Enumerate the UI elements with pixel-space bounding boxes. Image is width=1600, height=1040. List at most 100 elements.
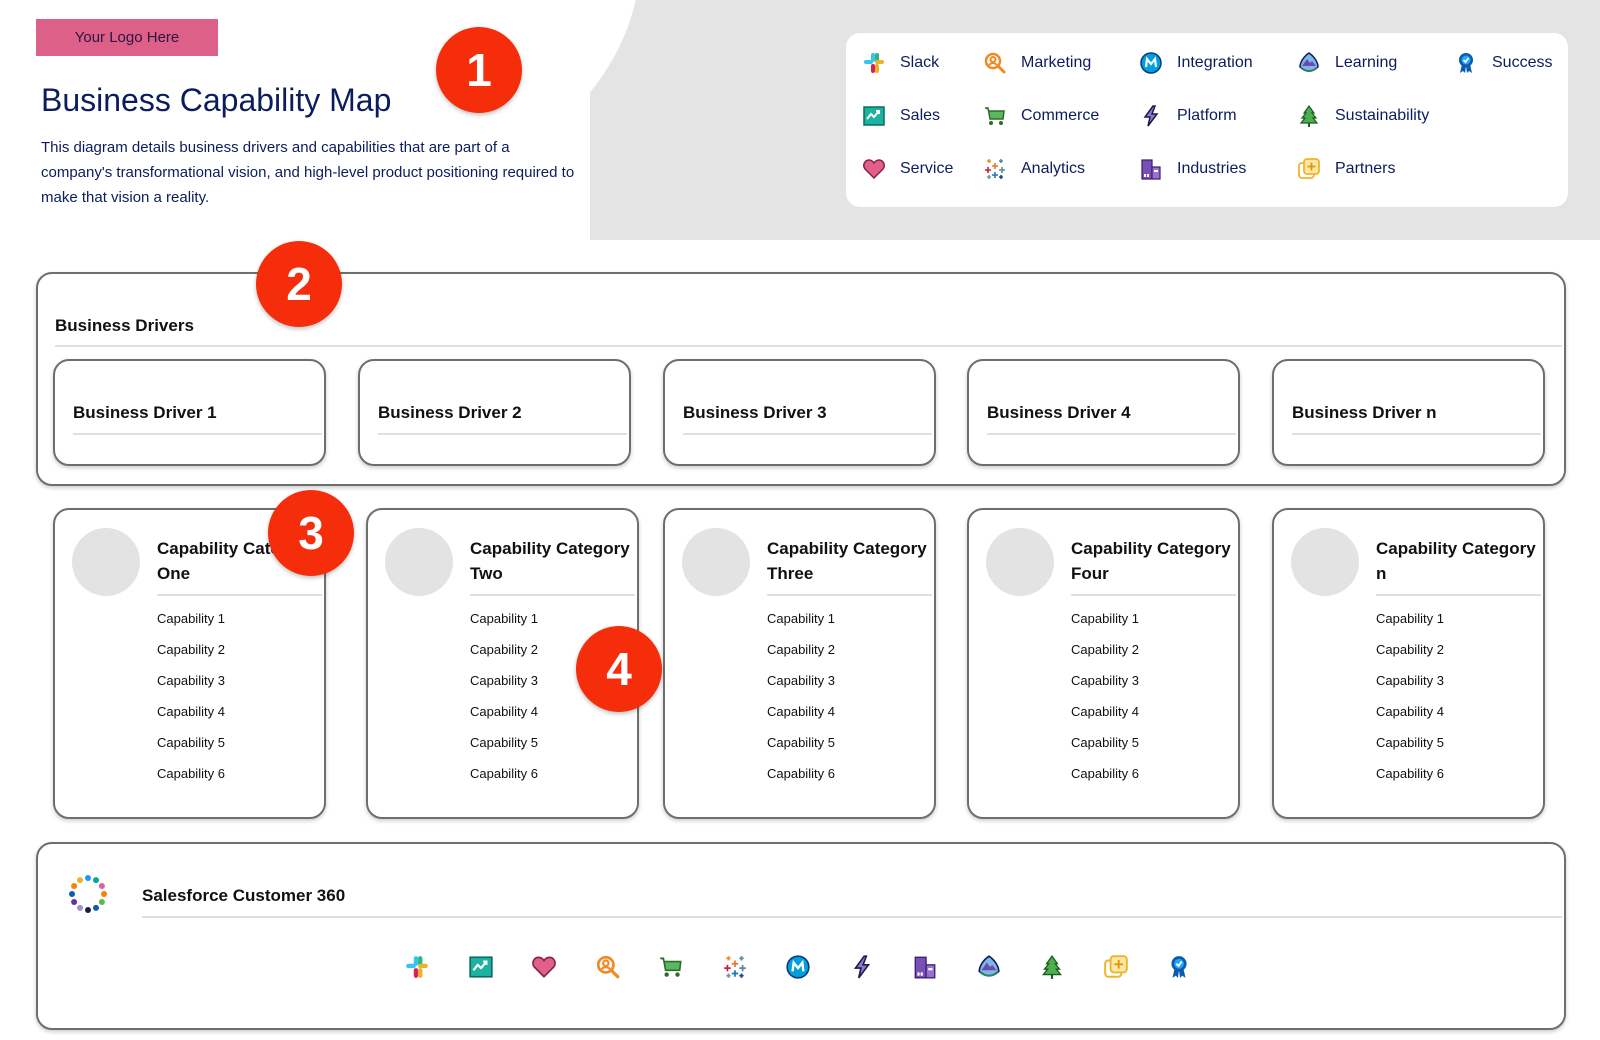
customer-360-logo-icon [69,875,107,913]
sustainability-icon [1297,104,1321,128]
capability-item: Capability 1 [1376,611,1444,626]
business-driver-card: Business Driver 3 [663,359,936,466]
divider [55,345,1562,347]
integration-icon [1139,51,1163,75]
step-badge-3: 3 [268,490,354,576]
legend-item-analytics: Analytics [983,157,1085,181]
legend-item-service: Service [862,157,953,181]
product-legend: Slack Marketing Integration Learning Success… [846,33,1568,207]
capability-category-title: Capability Category Two [470,539,630,583]
legend-item-slack: Slack [862,51,939,75]
legend-label: Sales [900,107,941,124]
legend-label: Industries [1177,160,1247,177]
business-driver-card: Business Driver 1 [53,359,326,466]
capability-list: Capability 1 Capability 2 Capability 3 Capa… [767,610,835,796]
capability-item: Capability 3 [1376,673,1444,688]
business-driver-label: Business Driver 3 [683,403,827,422]
industries-icon [912,953,938,981]
capability-item: Capability 5 [157,735,225,750]
capability-list: Capability 1 Capability 2 Capability 3 Capa… [470,610,538,796]
success-icon [1454,51,1478,75]
capability-item: Capability 4 [767,704,835,719]
capability-item: Capability 5 [767,735,835,750]
capability-category-card: Capability Category Three Capability 1 Cap… [663,508,936,819]
marketing-icon [595,953,621,981]
capability-item: Capability 6 [1071,766,1139,781]
divider [73,433,322,435]
industries-icon [1139,157,1163,181]
legend-item-sales: Sales [862,104,940,128]
partners-icon [1297,157,1321,181]
sales-icon [862,104,886,128]
commerce-icon [983,104,1007,128]
divider [1376,594,1541,596]
divider [683,433,932,435]
legend-item-partners: Partners [1297,157,1395,181]
capability-item: Capability 2 [157,642,225,657]
service-icon [531,953,557,981]
business-driver-card: Business Driver n [1272,359,1545,466]
capability-item: Capability 4 [1376,704,1444,719]
business-driver-label: Business Driver n [1292,403,1437,422]
legend-label: Sustainability [1335,107,1430,124]
capability-item: Capability 6 [157,766,225,781]
capability-item: Capability 6 [1376,766,1444,781]
legend-item-marketing: Marketing [983,51,1091,75]
capability-item: Capability 5 [1071,735,1139,750]
integration-icon [785,953,811,981]
step-badge-1: 1 [436,27,522,113]
legend-label: Analytics [1021,160,1086,177]
sales-icon [468,953,494,981]
legend-item-sustainability: Sustainability [1297,104,1429,128]
capability-item: Capability 2 [1376,642,1444,657]
capability-category-title: Capability Category n [1376,539,1536,583]
sustainability-icon [1039,953,1065,981]
legend-label: Platform [1177,107,1237,124]
category-icon-placeholder [682,528,750,596]
capability-item: Capability 3 [470,673,538,688]
capability-item: Capability 2 [470,642,538,657]
customer-360-panel: Salesforce Customer 360 [36,842,1566,1030]
capability-item: Capability 1 [1071,611,1139,626]
capability-item: Capability 2 [767,642,835,657]
legend-item-success: Success [1454,51,1552,75]
legend-label: Success [1492,54,1553,71]
slack-icon [404,953,430,981]
legend-label: Commerce [1021,107,1100,124]
legend-label: Marketing [1021,54,1092,71]
capability-category-title: Capability Category Four [1071,539,1231,583]
legend-label: Integration [1177,54,1253,71]
category-icon-placeholder [385,528,453,596]
learning-icon [1297,51,1321,75]
product-icon-row [404,953,1192,981]
customer-360-title: Salesforce Customer 360 [142,886,346,905]
category-icon-placeholder [1291,528,1359,596]
service-icon [862,157,886,181]
business-driver-label: Business Driver 1 [73,403,217,422]
page-description: This diagram details business drivers an… [41,139,575,206]
capability-item: Capability 6 [470,766,538,781]
capability-item: Capability 3 [767,673,835,688]
category-icon-placeholder [72,528,140,596]
capability-list: Capability 1 Capability 2 Capability 3 Capa… [157,610,225,796]
divider [142,916,1562,918]
legend-label: Service [900,160,954,177]
divider [157,594,322,596]
business-driver-label: Business Driver 4 [987,403,1131,422]
divider [1071,594,1236,596]
legend-item-commerce: Commerce [983,104,1099,128]
capability-item: Capability 1 [470,611,538,626]
step-badge-2: 2 [256,241,342,327]
logo-placeholder: Your Logo Here [36,19,218,56]
analytics-icon [722,953,748,981]
platform-icon [1139,104,1163,128]
business-driver-card: Business Driver 4 [967,359,1240,466]
capability-item: Capability 1 [157,611,225,626]
success-icon [1166,953,1192,981]
business-driver-label: Business Driver 2 [378,403,522,422]
capability-item: Capability 2 [1071,642,1139,657]
capability-item: Capability 6 [767,766,835,781]
page-title: Business Capability Map [41,82,392,118]
slack-icon [862,51,886,75]
partners-icon [1103,953,1129,981]
